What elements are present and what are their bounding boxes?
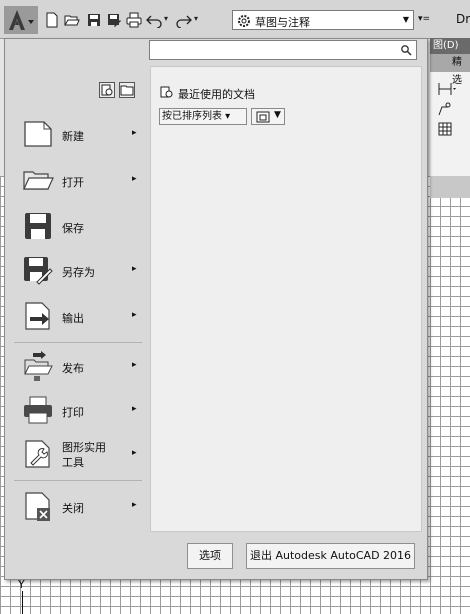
plot-icon[interactable] — [126, 12, 142, 28]
recent-documents-panel — [150, 66, 422, 532]
chevron-down-icon: ▼ — [274, 110, 281, 120]
submenu-arrow-icon: ▸ — [132, 360, 137, 370]
command-close[interactable]: 关闭 ▸ — [8, 486, 144, 526]
menu-draw[interactable]: 图(D) — [430, 38, 470, 54]
undo-icon[interactable] — [146, 12, 162, 28]
command-label-line2: 工具 — [62, 456, 84, 469]
search-icon[interactable] — [400, 44, 412, 56]
submenu-arrow-icon: ▸ — [132, 264, 137, 274]
save-as-icon[interactable] — [106, 12, 122, 28]
options-button[interactable]: 选项 — [187, 543, 233, 569]
chevron-down-icon: ▼ — [402, 15, 409, 24]
command-label: 发布 — [62, 362, 84, 375]
command-label: 另存为 — [62, 266, 95, 279]
customize-qat-icon[interactable]: ▾= — [418, 14, 430, 24]
divider — [14, 342, 142, 343]
command-label-line1: 图形实用 — [62, 441, 106, 454]
recent-documents-header: 最近使用的文档 — [160, 84, 360, 101]
save-icon[interactable] — [86, 12, 102, 28]
export-icon — [25, 302, 50, 330]
ucs-y-axis-line — [22, 591, 23, 614]
gear-icon — [238, 15, 250, 27]
recent-documents-title: 最近使用的文档 — [178, 88, 255, 101]
submenu-arrow-icon: ▸ — [132, 404, 137, 414]
autocad-logo-icon — [4, 6, 38, 34]
submenu-arrow-icon: ▸ — [132, 500, 137, 510]
app-title: Dr — [456, 12, 470, 26]
command-label: 图形实用 工具 — [62, 440, 106, 470]
new-icon[interactable] — [44, 12, 60, 28]
command-open[interactable]: 打开 ▸ — [8, 160, 144, 200]
new-document-icon — [24, 121, 52, 147]
divider — [14, 480, 142, 481]
icon-view-icon — [256, 111, 270, 123]
sort-dropdown[interactable]: 按已排序列表 ▾ — [159, 108, 247, 125]
submenu-arrow-icon: ▸ — [132, 448, 137, 458]
command-export[interactable]: 输出 ▸ — [8, 296, 144, 336]
leader-icon[interactable] — [438, 102, 456, 116]
command-label: 保存 — [62, 222, 84, 235]
wrench-document-icon — [25, 440, 50, 468]
open-docs-icon — [120, 85, 134, 96]
command-new[interactable]: 新建 ▸ — [8, 114, 144, 154]
workspace-name: 草图与注释 — [255, 16, 310, 29]
view-mode-dropdown[interactable]: ▼ — [251, 108, 285, 125]
submenu-arrow-icon: ▸ — [132, 174, 137, 184]
undo-dropdown-icon[interactable]: ▾ — [164, 14, 168, 23]
command-label: 输出 — [62, 312, 84, 325]
command-publish[interactable]: 发布 ▸ — [8, 346, 144, 386]
submenu-arrow-icon: ▸ — [132, 128, 137, 138]
recent-docs-icon — [101, 84, 113, 96]
exit-autocad-button[interactable]: 退出 Autodesk AutoCAD 2016 — [246, 543, 415, 569]
workspace-switcher[interactable]: 草图与注释 ▼ — [232, 10, 414, 30]
printer-icon — [24, 396, 52, 424]
command-save-as[interactable]: 另存为 ▸ — [8, 250, 144, 290]
open-documents-view-button[interactable] — [119, 82, 135, 98]
recent-docs-icon — [160, 86, 173, 98]
floppy-disk-icon — [25, 213, 51, 239]
command-print[interactable]: 打印 ▸ — [8, 390, 144, 430]
open-icon[interactable] — [64, 12, 80, 28]
redo-icon[interactable] — [176, 12, 192, 28]
close-document-icon — [25, 492, 50, 521]
recent-documents-view-button[interactable] — [99, 82, 115, 98]
table-icon[interactable] — [438, 122, 452, 136]
tab-featured[interactable]: 精选 — [430, 54, 470, 86]
redo-dropdown-icon[interactable]: ▾ — [194, 14, 198, 23]
command-save[interactable]: 保存 — [8, 206, 144, 246]
command-label: 新建 — [62, 130, 84, 143]
submenu-arrow-icon: ▸ — [132, 310, 137, 320]
command-label: 打印 — [62, 406, 84, 419]
save-as-icon — [24, 257, 53, 285]
search-input[interactable] — [149, 40, 417, 60]
publish-icon — [24, 351, 53, 381]
command-label: 关闭 — [62, 502, 84, 515]
viewport-bar — [430, 176, 470, 198]
open-folder-icon — [23, 171, 54, 190]
quick-access-toolbar: ▾ ▾ 草图与注释 ▼ ▾= Dr — [0, 0, 470, 39]
application-menu-button[interactable] — [4, 6, 38, 34]
command-label: 打开 — [62, 176, 84, 189]
command-drawing-utilities[interactable]: 图形实用工具 ▸ — [8, 434, 144, 474]
